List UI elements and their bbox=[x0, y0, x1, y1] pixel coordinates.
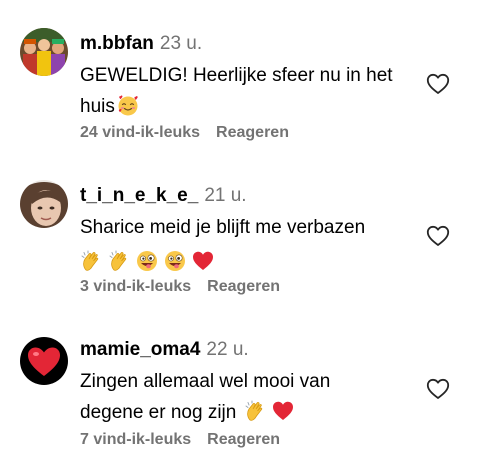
likes-count[interactable]: 7 vind-ik-leuks bbox=[80, 431, 191, 448]
reply-button[interactable]: Reageren bbox=[216, 124, 289, 141]
reply-button[interactable]: Reageren bbox=[207, 431, 280, 448]
comment-text: Zingen allemaal wel mooi van degene er n… bbox=[80, 366, 410, 428]
comment-text-line: degene er nog zijn bbox=[80, 402, 237, 423]
avatar[interactable] bbox=[20, 337, 68, 385]
comment-text-line: GEWELDIG! Heerlijke sfeer nu in het bbox=[80, 65, 393, 86]
clapping-hands-emoji bbox=[244, 400, 266, 422]
heart-outline-icon bbox=[426, 73, 450, 95]
smiling-face-with-hearts-emoji bbox=[117, 94, 139, 116]
red-heart-emoji bbox=[192, 250, 214, 272]
comment-username[interactable]: t_i_n_e_k_e_ bbox=[80, 185, 198, 206]
comment-username[interactable]: m.bbfan bbox=[80, 33, 154, 54]
likes-count[interactable]: 3 vind-ik-leuks bbox=[80, 278, 191, 295]
zany-face-emoji bbox=[164, 250, 186, 272]
comment-text-line: Sharice meid je blijft me verbazen bbox=[80, 217, 366, 238]
comment-text: Sharice meid je blijft me verbazen bbox=[80, 212, 410, 278]
avatar[interactable] bbox=[20, 28, 68, 76]
heart-outline-icon bbox=[426, 378, 450, 400]
like-comment-button[interactable] bbox=[426, 225, 450, 247]
red-heart-emoji bbox=[272, 400, 294, 422]
clapping-hands-emoji bbox=[108, 250, 130, 272]
comment-username[interactable]: mamie_oma4 bbox=[80, 339, 200, 360]
like-comment-button[interactable] bbox=[426, 378, 450, 400]
comment-meta: 7 vind-ik-leuks Reageren bbox=[80, 431, 280, 449]
heart-outline-icon bbox=[426, 225, 450, 247]
comment-timestamp: 23 u. bbox=[159, 33, 203, 54]
comment-text: GEWELDIG! Heerlijke sfeer nu in het huis bbox=[80, 60, 410, 122]
comment-timestamp: 21 u. bbox=[204, 185, 247, 206]
reply-button[interactable]: Reageren bbox=[207, 278, 280, 295]
clapping-hands-emoji bbox=[80, 250, 102, 272]
comment-meta: 24 vind-ik-leuks Reageren bbox=[80, 124, 289, 142]
likes-count[interactable]: 24 vind-ik-leuks bbox=[80, 124, 200, 141]
comment-meta: 3 vind-ik-leuks Reageren bbox=[80, 278, 280, 296]
comment-text-line: Zingen allemaal wel mooi van bbox=[80, 371, 331, 392]
comment-timestamp: 22 u. bbox=[206, 339, 249, 360]
comment-text-line: huis bbox=[80, 96, 115, 117]
zany-face-emoji bbox=[136, 250, 158, 272]
like-comment-button[interactable] bbox=[426, 73, 450, 95]
avatar[interactable] bbox=[20, 180, 68, 228]
